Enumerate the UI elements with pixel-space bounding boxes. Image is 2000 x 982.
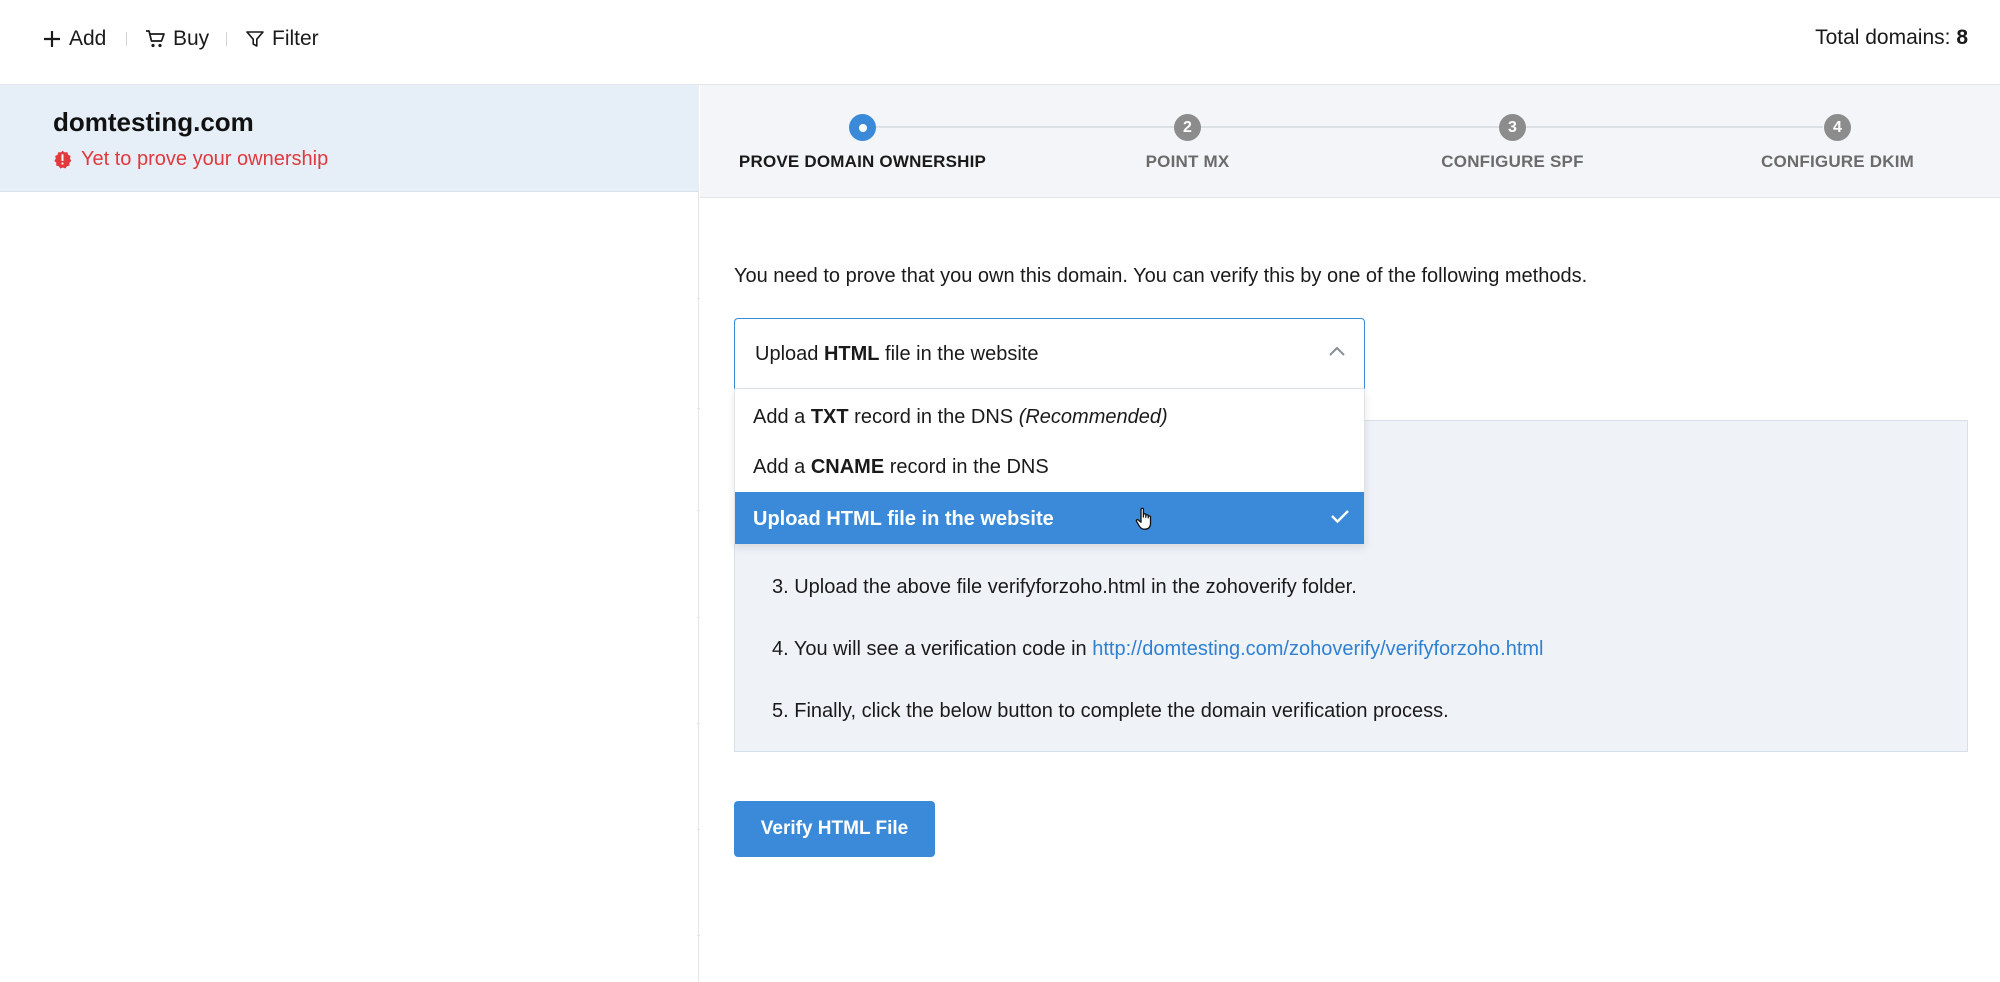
option-txt-note: (Recommended) (1018, 406, 1168, 428)
option-upload-html-label: Upload HTML file in the website (753, 508, 1054, 530)
domain-status-text: Yet to prove your ownership (81, 148, 329, 170)
verify-html-file-button[interactable]: Verify HTML File (734, 801, 935, 857)
step-label: CONFIGURE DKIM (1761, 152, 1914, 171)
selected-method: Upload HTML file in the website (755, 343, 1038, 366)
panel-edge-mark (697, 829, 700, 830)
plus-icon (44, 31, 60, 47)
verification-method-menu: Add a TXT record in the DNS (Recommended… (734, 389, 1365, 544)
instruction-step-3: 3. Upload the above file verifyforzoho.h… (772, 576, 1357, 598)
selected-method-bold: HTML (823, 343, 880, 365)
filter-button[interactable]: Filter (245, 24, 319, 54)
verification-method-select[interactable]: Upload HTML file in the website (734, 318, 1365, 389)
alert-badge-icon (54, 150, 72, 169)
step-number: 2 (1174, 114, 1201, 141)
check-icon (1331, 510, 1349, 524)
instruction-step-4: 4. You will see a verification code in h… (772, 638, 1544, 661)
panel-edge-mark (697, 935, 700, 936)
option-txt-suffix: record in the DNS (848, 406, 1019, 428)
instruction-step-4-text: 4. You will see a verification code in (772, 638, 1093, 660)
step-label: CONFIGURE SPF (1441, 152, 1584, 171)
verification-intro: You need to prove that you own this doma… (734, 265, 1588, 287)
selected-method-prefix: Upload (755, 343, 824, 365)
option-cname-prefix: Add a (753, 456, 811, 478)
toolbar-divider (226, 32, 227, 46)
option-txt-text: Add a TXT record in the DNS (Recommended… (753, 406, 1168, 429)
filter-label: Filter (272, 27, 319, 50)
total-domains-count: 8 (1956, 26, 1968, 49)
verification-url-link[interactable]: http://domtesting.com/zohoverify/verifyf… (1092, 638, 1543, 660)
selected-method-suffix: file in the website (879, 343, 1039, 365)
option-upload-html[interactable]: Upload HTML file in the website (735, 492, 1364, 544)
total-domains: Total domains: 8 (1815, 26, 1968, 50)
step-label: POINT MX (1145, 152, 1230, 171)
step-indicator-active (849, 114, 876, 141)
option-txt-bold: TXT (810, 406, 849, 428)
domain-list-panel: domtesting.com Yet to prove your ownersh… (0, 85, 699, 982)
option-cname-suffix: record in the DNS (884, 456, 1049, 478)
panel-edge-mark (697, 723, 700, 724)
panel-edge-mark (697, 408, 700, 409)
instruction-step-5: 5. Finally, click the below button to co… (772, 700, 1449, 722)
cart-icon (146, 30, 165, 48)
add-button[interactable]: Add (42, 24, 106, 54)
option-cname-bold: CNAME (810, 456, 885, 478)
filter-icon (246, 31, 264, 47)
domain-name: domtesting.com (53, 107, 254, 137)
setup-steps: PROVE DOMAIN OWNERSHIP 2 POINT MX 3 CONF… (700, 85, 2000, 198)
add-label: Add (69, 27, 107, 50)
domain-list-item[interactable]: domtesting.com Yet to prove your ownersh… (0, 85, 699, 192)
chevron-up-icon (1329, 346, 1345, 356)
top-toolbar: Add Buy Filter Total domains: 8 (0, 0, 2000, 85)
step-number: 3 (1499, 114, 1526, 141)
option-cname-record[interactable]: Add a CNAME record in the DNS (735, 442, 1364, 492)
step-label: PROVE DOMAIN OWNERSHIP (738, 152, 987, 171)
buy-button[interactable]: Buy (145, 24, 209, 54)
steps-connector (876, 126, 1823, 128)
option-cname-text: Add a CNAME record in the DNS (753, 456, 1049, 479)
panel-edge-mark (697, 298, 700, 299)
panel-edge-mark (697, 510, 700, 511)
total-domains-label: Total domains: (1815, 26, 1951, 49)
step-number: 4 (1824, 114, 1851, 141)
buy-label: Buy (173, 27, 210, 50)
toolbar-divider (126, 32, 127, 46)
option-txt-prefix: Add a (753, 406, 811, 428)
panel-edge-mark (697, 617, 700, 618)
hand-cursor-icon (1135, 507, 1152, 530)
domain-status: Yet to prove your ownership (53, 148, 328, 171)
option-txt-record[interactable]: Add a TXT record in the DNS (Recommended… (735, 392, 1364, 442)
